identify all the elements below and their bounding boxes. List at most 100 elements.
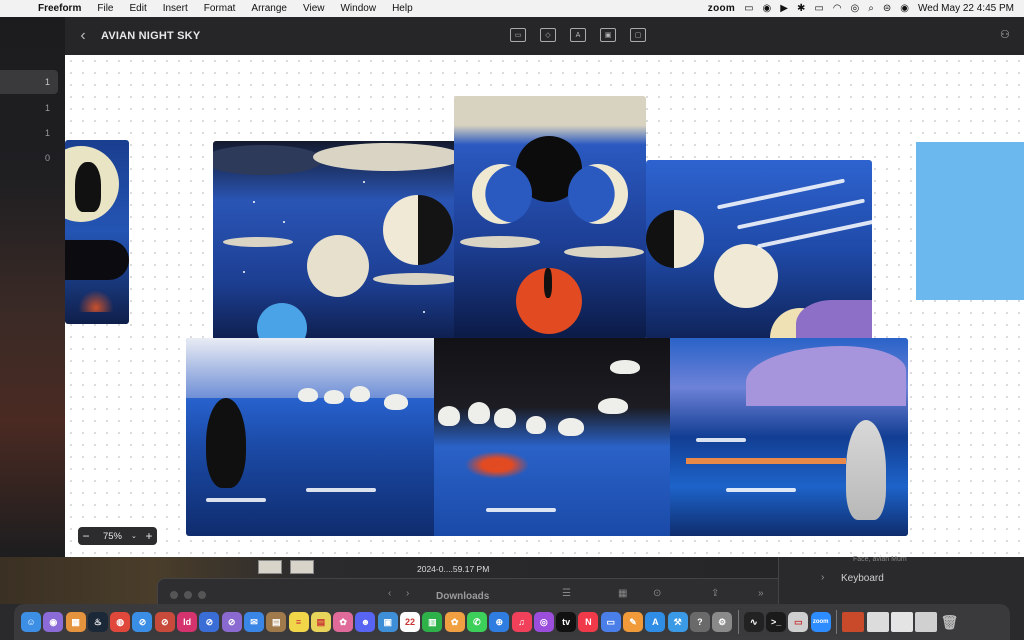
dock-messages-icon[interactable]: ✆ (466, 612, 487, 632)
menu-format[interactable]: Format (196, 0, 244, 17)
dock-music-icon[interactable]: ♫ (511, 612, 532, 632)
dock-doc-thumb-1[interactable] (842, 612, 865, 632)
wifi-icon[interactable]: ◠ (833, 3, 842, 14)
menu-file[interactable]: File (89, 0, 121, 17)
menu-window[interactable]: Window (332, 0, 384, 17)
board-canvas[interactable]: − 75% ⌄ + (65, 55, 1024, 557)
dock-app-red-icon[interactable]: ⊘ (154, 612, 175, 632)
play-icon[interactable]: ▶ (780, 3, 788, 14)
dock-doc-thumb-3[interactable] (890, 612, 913, 632)
media-icon[interactable]: ▣ (600, 28, 616, 42)
dock-screenshot-icon[interactable]: ▭ (788, 612, 809, 632)
dock-photos-app-icon[interactable]: ✿ (333, 612, 354, 632)
user-icon[interactable]: ◎ (851, 3, 860, 14)
forward-icon[interactable]: › (406, 588, 409, 599)
dock-zoom-icon[interactable]: zoom (810, 612, 831, 632)
dock-finder-icon[interactable]: ☺ (21, 612, 41, 632)
minimize-window-icon[interactable] (184, 591, 192, 599)
menu-insert[interactable]: Insert (155, 0, 196, 17)
text-box-icon[interactable]: A (570, 28, 586, 42)
battery-icon[interactable]: ▭ (814, 3, 823, 14)
dock-indesign-icon[interactable]: Id (177, 612, 198, 632)
dock-pages-icon[interactable]: ✎ (623, 612, 644, 632)
dock-safari-icon[interactable]: ⊘ (132, 612, 153, 632)
dock-notes-brown-icon[interactable]: ▤ (266, 612, 287, 632)
zoom-window-icon[interactable] (198, 591, 206, 599)
back-chevron-icon[interactable]: ‹ (65, 27, 101, 45)
dock-chrome-icon[interactable]: ◍ (110, 612, 131, 632)
artwork-moon-phases-right[interactable] (646, 160, 872, 340)
blue-moon-shape (257, 303, 307, 341)
control-center-icon[interactable]: ⊜ (883, 3, 891, 14)
zoom-menu-chevron-icon[interactable]: ⌄ (131, 532, 141, 540)
zoom-in-button[interactable]: + (141, 527, 157, 545)
list-view-icon[interactable]: ☰ (562, 588, 571, 599)
siri-icon[interactable]: ◉ (900, 3, 909, 14)
share-icon[interactable]: ⇪ (711, 588, 719, 599)
sidebar-row-count[interactable]: 1 (0, 70, 58, 94)
keyboard-section[interactable]: Keyboard (841, 573, 884, 584)
grid-view-icon[interactable]: ▦ (618, 588, 627, 599)
search-icon[interactable]: ⌕ (868, 3, 874, 14)
artwork-moon-phases-left[interactable] (213, 141, 459, 341)
dock-trash-icon[interactable]: 🗑 (939, 612, 959, 632)
zoom-status-item[interactable]: zoom (708, 3, 735, 14)
close-window-icon[interactable] (170, 591, 178, 599)
sidebar-row-count[interactable]: 0 (0, 146, 58, 170)
dock-app-purple-icon[interactable]: ⊘ (221, 612, 242, 632)
action-icon[interactable]: ⊙ (653, 588, 661, 599)
menu-help[interactable]: Help (384, 0, 421, 17)
dock-settings-icon[interactable]: ⚙ (712, 612, 733, 632)
menubar-clock[interactable]: Wed May 22 4:45 PM (918, 3, 1014, 14)
artwork-crow-moon[interactable] (65, 140, 129, 324)
zoom-out-button[interactable]: − (78, 527, 94, 545)
menu-view[interactable]: View (295, 0, 333, 17)
desktop-file-thumbnail[interactable] (290, 560, 314, 574)
dock-numbers-icon[interactable]: ▥ (422, 612, 443, 632)
blue-rectangle-shape[interactable] (916, 142, 1024, 300)
sidebar-row-count[interactable]: 1 (0, 121, 58, 145)
dock-doc-thumb-2[interactable] (866, 612, 889, 632)
chevron-right-icon[interactable]: › (821, 572, 824, 583)
dock-notes-icon[interactable]: ≡ (288, 612, 309, 632)
screen-mirror-icon[interactable]: ▭ (744, 3, 753, 14)
menu-app-name[interactable]: Freeform (30, 0, 89, 17)
shapes-icon[interactable]: ◇ (540, 28, 556, 42)
dock-tv-icon[interactable]: tv (556, 612, 577, 632)
dock-doc-thumb-4[interactable] (915, 612, 938, 632)
sidebar-row-count[interactable]: 1 (0, 96, 58, 120)
dock-steam-icon[interactable]: ♨ (87, 612, 108, 632)
dock-appstore-icon[interactable]: A (645, 612, 666, 632)
dock-keynote-icon[interactable]: ▭ (600, 612, 621, 632)
dock-terminal-icon[interactable]: >_ (766, 612, 787, 632)
desktop-file-label[interactable]: 2024-0....59.17 PM (417, 564, 489, 574)
dock-app-blue-icon[interactable]: ⊘ (199, 612, 220, 632)
dock-help-icon[interactable]: ? (689, 612, 710, 632)
dock-stickies-icon[interactable]: ▤ (310, 612, 331, 632)
sticky-note-icon[interactable]: ▭ (510, 28, 526, 42)
dock-xcode-icon[interactable]: ⚒ (667, 612, 688, 632)
collaborate-icon[interactable]: ⚇ (1000, 28, 1016, 42)
artwork-red-sun[interactable] (454, 96, 646, 340)
artwork-swans-cranes[interactable] (186, 338, 908, 536)
dock-calendar-icon[interactable]: 22 (400, 612, 421, 632)
back-icon[interactable]: ‹ (388, 588, 391, 599)
desktop-file-thumbnail[interactable] (258, 560, 282, 574)
dock-mail-icon[interactable]: ✉ (243, 612, 264, 632)
dock-activity-icon[interactable]: ∿ (743, 612, 764, 632)
menu-edit[interactable]: Edit (121, 0, 154, 17)
folder-icon[interactable]: ▢ (630, 28, 646, 42)
dock-photos-icon[interactable]: ✿ (444, 612, 465, 632)
bluetooth-icon[interactable]: ✱ (797, 3, 805, 14)
dock-siri-icon[interactable]: ◉ (43, 612, 64, 632)
dock-discord-icon[interactable]: ☻ (355, 612, 376, 632)
dock-podcasts-icon[interactable]: ◎ (533, 612, 554, 632)
zoom-level[interactable]: 75% (94, 531, 131, 542)
dock-news-icon[interactable]: N (578, 612, 599, 632)
dock-preview-icon[interactable]: ▣ (377, 612, 398, 632)
dock-appstore-badge-icon[interactable]: ⊕ (489, 612, 510, 632)
menu-arrange[interactable]: Arrange (243, 0, 295, 17)
dock-launchpad-icon[interactable]: ▦ (65, 612, 86, 632)
record-icon[interactable]: ◉ (763, 3, 772, 14)
more-icon[interactable]: » (758, 588, 764, 599)
